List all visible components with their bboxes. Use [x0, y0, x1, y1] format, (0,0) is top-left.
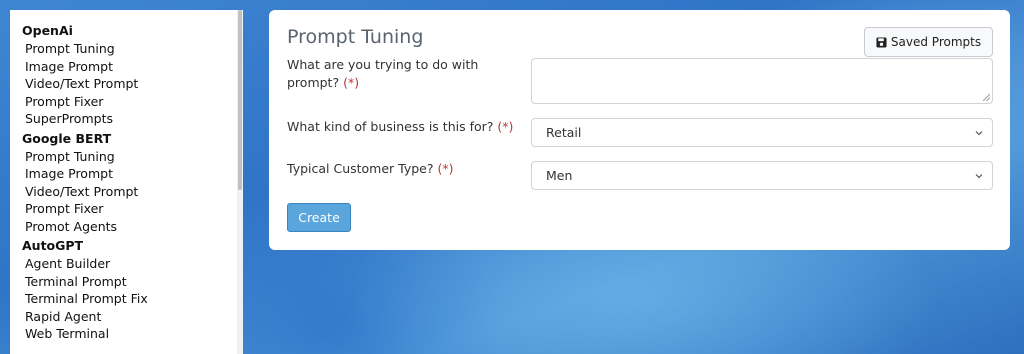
- sidebar-item-autogpt-terminal-prompt[interactable]: Terminal Prompt: [22, 273, 243, 291]
- sidebar-item-bert-video-text-prompt[interactable]: Video/Text Prompt: [22, 183, 243, 201]
- sidebar-heading-openai: OpenAi: [22, 23, 73, 38]
- sidebar-scrollbar-thumb[interactable]: [238, 10, 242, 190]
- sidebar-scrollbar[interactable]: [237, 10, 243, 354]
- business-select[interactable]: Retail: [531, 118, 993, 147]
- sidebar-item-bert-promot-agents[interactable]: Promot Agents: [22, 218, 243, 236]
- chevron-down-icon: [975, 174, 983, 179]
- sidebar-group-google-bert: Google BERT Prompt Tuning Image Prompt V…: [22, 130, 243, 236]
- business-required-marker: (*): [497, 119, 514, 134]
- saved-prompts-button[interactable]: Saved Prompts: [864, 27, 993, 57]
- prompt-tuning-card: Prompt Tuning Saved Prompts What are you…: [269, 10, 1010, 250]
- sidebar-item-autogpt-terminal-prompt-fix[interactable]: Terminal Prompt Fix: [22, 290, 243, 308]
- chevron-down-icon: [975, 131, 983, 136]
- sidebar-item-openai-video-text-prompt[interactable]: Video/Text Prompt: [22, 75, 243, 93]
- sidebar: OpenAi Prompt Tuning Image Prompt Video/…: [10, 10, 243, 354]
- sidebar-heading-autogpt: AutoGPT: [22, 238, 84, 253]
- sidebar-item-autogpt-web-terminal[interactable]: Web Terminal: [22, 325, 243, 343]
- goal-label-text: What are you trying to do with prompt?: [287, 57, 479, 90]
- sidebar-item-bert-image-prompt[interactable]: Image Prompt: [22, 165, 243, 183]
- business-label: What kind of business is this for? (*): [287, 118, 527, 136]
- sidebar-item-openai-image-prompt[interactable]: Image Prompt: [22, 58, 243, 76]
- customer-label: Typical Customer Type? (*): [287, 160, 507, 178]
- sidebar-item-autogpt-agent-builder[interactable]: Agent Builder: [22, 255, 243, 273]
- goal-required-marker: (*): [343, 75, 360, 90]
- sidebar-item-bert-prompt-fixer[interactable]: Prompt Fixer: [22, 200, 243, 218]
- goal-textarea[interactable]: [531, 58, 993, 104]
- customer-select[interactable]: Men: [531, 161, 993, 190]
- sidebar-item-bert-prompt-tuning[interactable]: Prompt Tuning: [22, 148, 243, 166]
- resize-grip-icon[interactable]: [983, 94, 990, 101]
- sidebar-item-autogpt-rapid-agent[interactable]: Rapid Agent: [22, 308, 243, 326]
- saved-prompts-label: Saved Prompts: [890, 35, 982, 49]
- sidebar-item-openai-superprompts[interactable]: SuperPrompts: [22, 110, 243, 128]
- goal-label: What are you trying to do with prompt? (…: [287, 56, 507, 92]
- sidebar-group-openai: OpenAi Prompt Tuning Image Prompt Video/…: [22, 22, 243, 128]
- sidebar-item-openai-prompt-fixer[interactable]: Prompt Fixer: [22, 93, 243, 111]
- business-select-value: Retail: [546, 125, 582, 140]
- customer-select-value: Men: [546, 168, 573, 183]
- customer-label-text: Typical Customer Type?: [287, 161, 434, 176]
- create-button[interactable]: Create: [287, 203, 351, 232]
- sidebar-item-openai-prompt-tuning[interactable]: Prompt Tuning: [22, 40, 243, 58]
- page-title: Prompt Tuning: [287, 26, 424, 48]
- sidebar-group-autogpt: AutoGPT Agent Builder Terminal Prompt Te…: [22, 237, 243, 343]
- business-label-text: What kind of business is this for?: [287, 119, 494, 134]
- sidebar-heading-google-bert: Google BERT: [22, 130, 112, 146]
- customer-required-marker: (*): [437, 161, 454, 176]
- save-icon: [876, 36, 887, 48]
